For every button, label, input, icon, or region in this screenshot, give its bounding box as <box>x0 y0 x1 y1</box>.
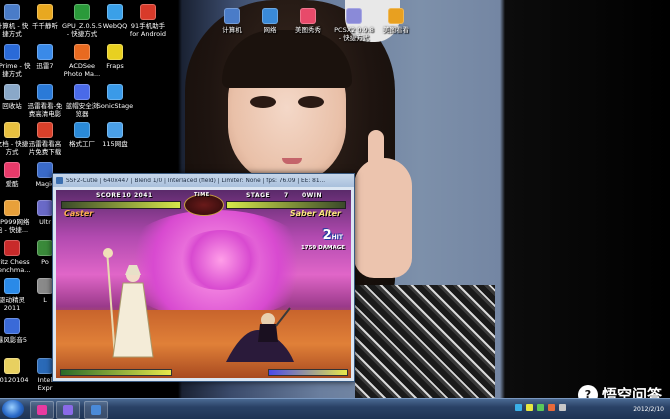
desktop-icon[interactable]: 91手机助手 for Android <box>118 4 178 38</box>
wallpaper-finger <box>368 130 384 190</box>
desktop-icon-label: 计算机 <box>222 26 242 34</box>
media-app-icon <box>37 405 47 415</box>
emulator-app-icon <box>63 405 73 415</box>
desktop-app-icon <box>37 200 53 216</box>
desktop-app-icon <box>300 8 316 24</box>
player-right-name: Saber Alter <box>289 209 341 218</box>
desktop-app-icon <box>224 8 240 24</box>
power-gauge-right <box>268 369 348 376</box>
damage-readout: 1759 DAMAGE <box>300 245 345 251</box>
desktop-icon-label: SonicStage <box>96 102 134 110</box>
game-screen[interactable]: SCORE 10 2041 TIME STAGE 7 0WIN Caster S… <box>56 190 351 378</box>
health-bar-right <box>226 201 346 209</box>
start-button[interactable] <box>2 400 24 418</box>
desktop-app-icon <box>37 122 53 138</box>
desktop-app-icon <box>37 278 53 294</box>
desktop-icon-label: 网络 <box>263 26 277 34</box>
desktop-app-icon <box>37 4 53 20</box>
wallpaper-mouth <box>282 158 302 164</box>
desktop-icon-label: 美图看看 <box>383 26 409 34</box>
desktop-icon-label: L <box>43 296 47 304</box>
desktop-icon-label: Ultr <box>39 218 51 226</box>
desktop-app-icon <box>37 44 53 60</box>
score-value: 10 2041 <box>122 192 153 199</box>
desktop-icon-label: Po <box>41 258 49 266</box>
hit-label: HIT <box>331 234 343 241</box>
taskbar-clock-date[interactable]: 2012/2/10 <box>633 406 664 413</box>
desktop-icon-label: 暴风影音5 <box>0 336 28 344</box>
game-window[interactable]: SSF2-Cutie | 640x447 | Blend 1/0 | Inter… <box>52 173 355 382</box>
stage-value: 7 <box>284 192 289 199</box>
desktop-icon[interactable]: 暴风影音5 <box>0 318 42 344</box>
stage-label: STAGE <box>246 192 271 199</box>
desktop-app-icon <box>107 44 123 60</box>
tray-update-icon[interactable] <box>548 404 555 411</box>
wallpaper-eye-right <box>298 96 324 108</box>
desktop-app-icon <box>346 8 362 24</box>
desktop-app-icon <box>107 84 123 100</box>
desktop-app-icon <box>37 84 53 100</box>
health-bar-left <box>61 201 181 209</box>
time-label: TIME <box>194 192 210 198</box>
desktop-icon-label: 美图秀秀 <box>295 26 321 34</box>
wallpaper-dress <box>355 285 495 398</box>
wins-label: 0WIN <box>302 192 323 199</box>
pcsx2-app-icon <box>91 405 101 415</box>
desktop-app-icon <box>140 4 156 20</box>
wallpaper-eye-left <box>250 96 276 108</box>
desktop-app-icon <box>388 8 404 24</box>
game-window-title: SSF2-Cutie | 640x447 | Blend 1/0 | Inter… <box>66 177 326 184</box>
fighter-right <box>226 307 294 362</box>
taskbar: 2012/2/10 <box>0 398 670 419</box>
fighter-left <box>103 248 154 358</box>
desktop-app-icon <box>262 8 278 24</box>
desktop: 计算机 - 快 捷方式千千静听GPU_Z.0.5.5 - 快捷方式WebQQ91… <box>0 0 670 398</box>
tray-volume-icon[interactable] <box>559 404 566 411</box>
desktop-app-icon <box>4 318 20 334</box>
player-left-name: Caster <box>64 209 94 218</box>
taskbar-app-pcsx2[interactable] <box>84 401 108 419</box>
power-gauge-left <box>60 369 172 376</box>
hit-combo: 2HIT <box>323 228 343 243</box>
game-window-titlebar[interactable]: SSF2-Cutie | 640x447 | Blend 1/0 | Inter… <box>53 174 354 187</box>
score-label: SCORE <box>96 192 122 199</box>
tray-security-icon[interactable] <box>537 404 544 411</box>
desktop-icon-label: 115网盘 <box>102 140 128 148</box>
desktop-icon-label: 91手机助手 for Android <box>129 22 167 38</box>
tray-network-icon[interactable] <box>515 404 522 411</box>
desktop-app-icon <box>37 358 53 374</box>
hit-count: 2 <box>322 228 332 243</box>
desktop-app-icon <box>107 122 123 138</box>
desktop-icon[interactable]: SonicStage <box>85 84 145 110</box>
desktop-icon-label: Fraps <box>106 62 124 70</box>
desktop-icon-top[interactable]: 美图看看 <box>366 8 426 34</box>
app-icon <box>56 177 63 184</box>
taskbar-app-media[interactable] <box>30 401 54 419</box>
desktop-icon-label: Intel Expr <box>37 376 53 392</box>
taskbar-app-emulator[interactable] <box>56 401 80 419</box>
magic-cloud-core <box>176 230 266 290</box>
desktop-app-icon <box>37 240 53 256</box>
desktop-icon[interactable]: 115网盘 <box>85 122 145 148</box>
desktop-app-icon <box>37 162 53 178</box>
tray-qq-icon[interactable] <box>526 404 533 411</box>
desktop-icon-label: 迅雷7 <box>36 62 54 70</box>
desktop-icon[interactable]: Fraps <box>85 44 145 70</box>
